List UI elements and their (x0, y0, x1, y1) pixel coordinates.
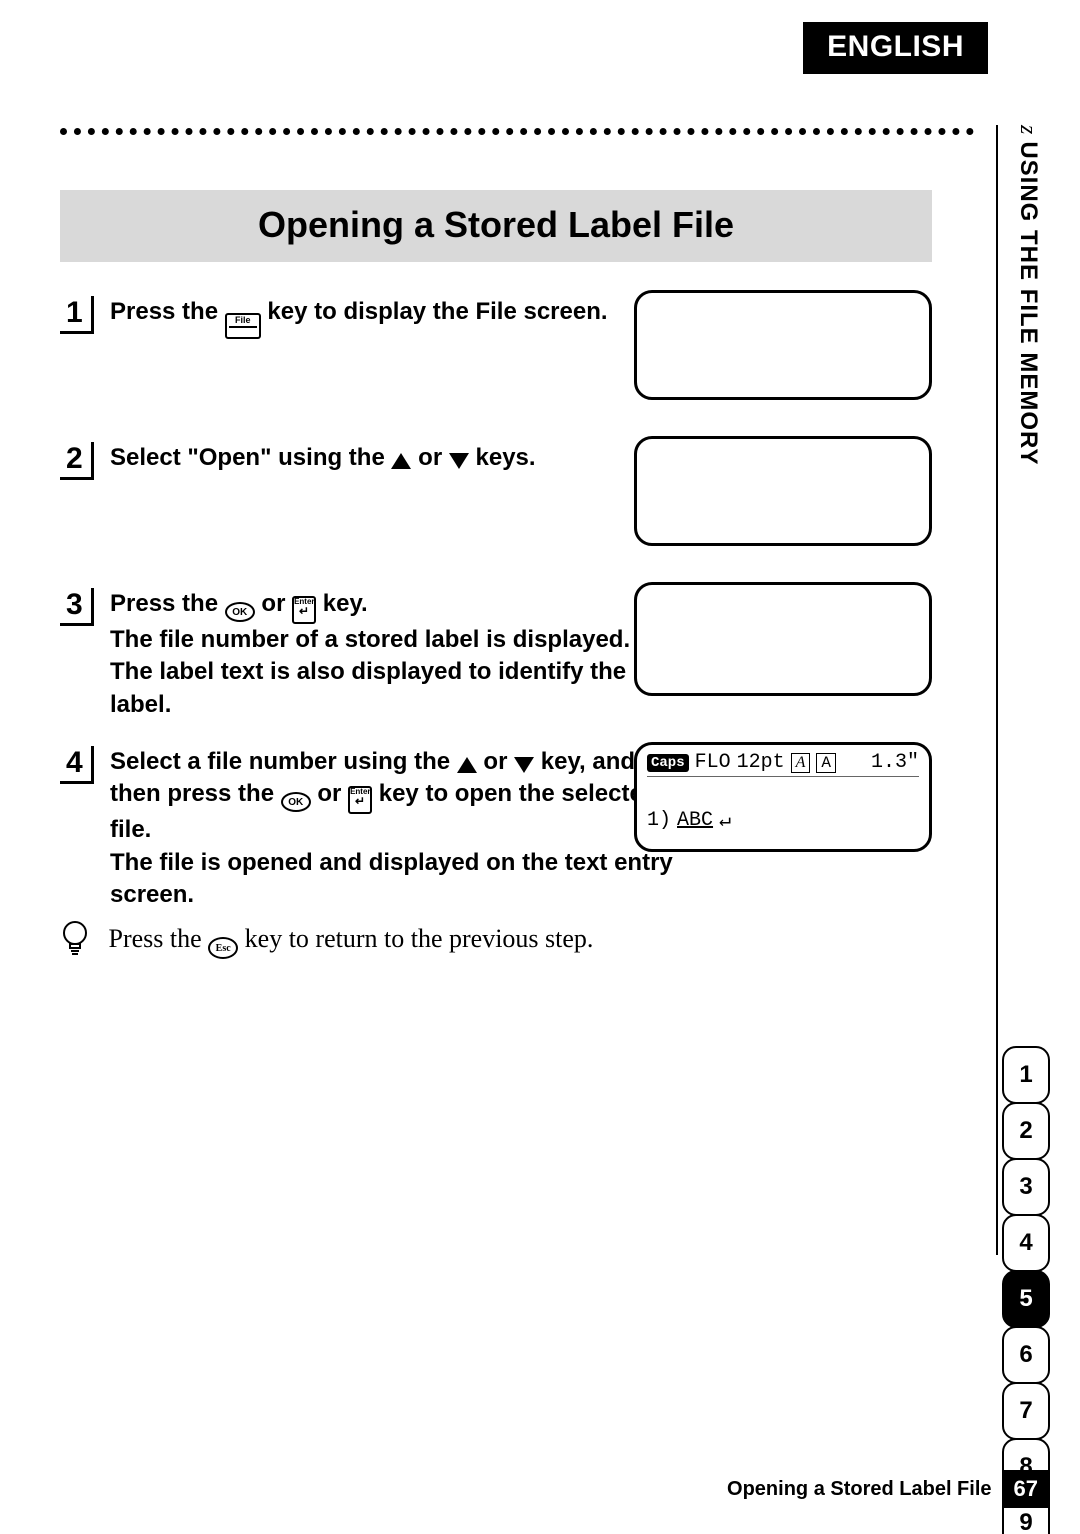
section-vertical-label: z USING THE FILE MEMORY (1014, 125, 1042, 465)
chapter-tab-1[interactable]: 1 (1002, 1046, 1050, 1104)
enter-key-icon: Enter ↵ (292, 596, 316, 624)
lcd-glyph-box: A (816, 753, 836, 773)
text-segment: key to display the File screen. (267, 298, 607, 325)
chapter-tab-3[interactable]: 3 (1002, 1158, 1050, 1216)
return-symbol-icon: ↵ (294, 606, 314, 616)
lcd-preview (634, 582, 932, 696)
up-arrow-icon (457, 757, 477, 773)
file-key-label: File (235, 315, 251, 325)
return-symbol-icon: ↵ (350, 796, 370, 806)
caps-indicator: Caps (647, 754, 689, 772)
lcd-text: ABC (677, 809, 713, 832)
text-segment: keys. (476, 444, 536, 471)
chapter-tab-6[interactable]: 6 (1002, 1326, 1050, 1384)
text-segment: Press the (109, 924, 209, 953)
section-title: Opening a Stored Label File (60, 190, 932, 262)
chapter-tabs: 123456789 (1002, 1046, 1050, 1534)
footer-section-title: Opening a Stored Label File (727, 1478, 991, 1501)
text-segment: Select "Open" using the (110, 444, 391, 471)
text-segment: or (317, 780, 348, 807)
lcd-glyph-a: A (791, 753, 811, 773)
ok-key-icon: OK (281, 792, 311, 812)
file-key-icon: File (225, 313, 261, 339)
chapter-tab-2[interactable]: 2 (1002, 1102, 1050, 1160)
step-number: 1 (60, 296, 94, 334)
page-number: 67 (1002, 1470, 1050, 1508)
lcd-preview (634, 436, 932, 546)
text-segment: Press the (110, 298, 225, 325)
page-footer: Opening a Stored Label File 67 (60, 1470, 1050, 1508)
step-number: 2 (60, 442, 94, 480)
tip-text: Press the Esc key to return to the previ… (109, 924, 594, 953)
lcd-line-number: 1) (647, 809, 671, 832)
up-arrow-icon (391, 453, 411, 469)
text-segment: or (483, 748, 514, 775)
sidebar-divider (996, 125, 998, 1255)
text-segment: Select a file number using the (110, 748, 457, 775)
chapter-tab-7[interactable]: 7 (1002, 1382, 1050, 1440)
section-vertical-prefix: z (1014, 125, 1041, 135)
return-symbol-icon: ↵ (719, 807, 731, 833)
step-number: 4 (60, 746, 94, 784)
step-body: Press the File key to display the File s… (110, 296, 680, 339)
lightbulb-icon (60, 920, 90, 963)
text-segment: The file is opened and displayed on the … (110, 849, 673, 908)
step-body: Select a file number using the or key, a… (110, 746, 680, 912)
text-segment: key to return to the previous step. (245, 924, 594, 953)
lcd-preview (634, 290, 932, 400)
chapter-tab-4[interactable]: 4 (1002, 1214, 1050, 1272)
text-segment: The file number of a stored label is dis… (110, 626, 630, 653)
down-arrow-icon (514, 757, 534, 773)
lcd-font-size: 12pt (737, 751, 785, 774)
lcd-width: 1.3" (871, 751, 919, 774)
page: ENGLISH z USING THE FILE MEMORY Opening a… (0, 0, 1080, 1534)
lcd-mode: FLO (695, 751, 731, 774)
text-segment: Press the (110, 590, 225, 617)
text-segment: key. (323, 590, 368, 617)
lcd-top-row: Caps FLO 12pt A A 1.3" (647, 751, 919, 777)
ok-key-icon: OK (225, 602, 255, 622)
esc-key-icon: Esc (208, 937, 238, 959)
language-badge: ENGLISH (803, 22, 988, 74)
lcd-bottom-row: 1) ABC ↵ (647, 807, 919, 833)
step-body: Select "Open" using the or keys. (110, 442, 680, 474)
dotted-divider (60, 128, 974, 135)
step-number: 3 (60, 588, 94, 626)
step-body: Press the OK or Enter ↵ key. The file nu… (110, 588, 680, 721)
tip-row: Press the Esc key to return to the previ… (60, 920, 932, 963)
section-vertical-text: USING THE FILE MEMORY (1015, 141, 1042, 465)
chapter-tab-5[interactable]: 5 (1002, 1270, 1050, 1328)
text-segment: or (261, 590, 292, 617)
text-segment: The label text is also displayed to iden… (110, 658, 626, 717)
text-segment: or (418, 444, 449, 471)
lcd-preview: Caps FLO 12pt A A 1.3" 1) ABC ↵ (634, 742, 932, 852)
down-arrow-icon (449, 453, 469, 469)
enter-key-icon: Enter ↵ (348, 786, 372, 814)
